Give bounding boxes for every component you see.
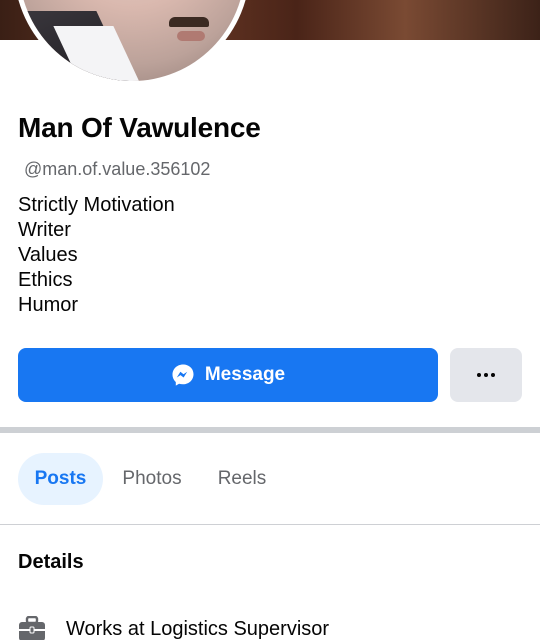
message-button[interactable]: Message <box>18 348 438 402</box>
tab-label: Reels <box>217 468 267 489</box>
avatar-lip <box>177 31 205 41</box>
tab-label: Photos <box>122 468 182 489</box>
tab-posts[interactable]: Posts <box>18 453 103 505</box>
avatar-mustache <box>169 17 209 27</box>
bio-line: Values <box>18 244 78 266</box>
profile-handle: @man.of.value.356102 <box>24 159 211 179</box>
briefcase-icon <box>19 616 45 640</box>
message-button-label: Message <box>204 364 286 385</box>
detail-item-work[interactable]: Works at Logistics Supervisor <box>18 612 329 640</box>
detail-text: Works at Logistics Supervisor <box>66 617 330 640</box>
section-divider <box>0 427 540 433</box>
bio-line: Writer <box>18 219 71 241</box>
tab-reels[interactable]: Reels <box>208 453 276 505</box>
bio-line: Strictly Motivation <box>18 194 175 216</box>
avatar-photo <box>19 0 245 81</box>
tab-label: Posts <box>34 468 87 489</box>
profile-page: Man Of Vawulence @man.of.value.356102 St… <box>0 0 540 640</box>
profile-avatar[interactable] <box>14 0 250 86</box>
profile-bio: Strictly Motivation Writer Values Ethics… <box>18 193 175 318</box>
bio-line: Ethics <box>18 269 73 291</box>
more-dots-icon <box>477 373 495 377</box>
details-heading: Details <box>18 551 84 573</box>
messenger-icon <box>172 364 194 386</box>
profile-name: Man Of Vawulence <box>18 112 261 143</box>
tab-photos[interactable]: Photos <box>110 453 194 505</box>
tabs-divider <box>0 524 540 525</box>
bio-line: Humor <box>18 294 79 316</box>
more-options-button[interactable] <box>450 348 522 402</box>
